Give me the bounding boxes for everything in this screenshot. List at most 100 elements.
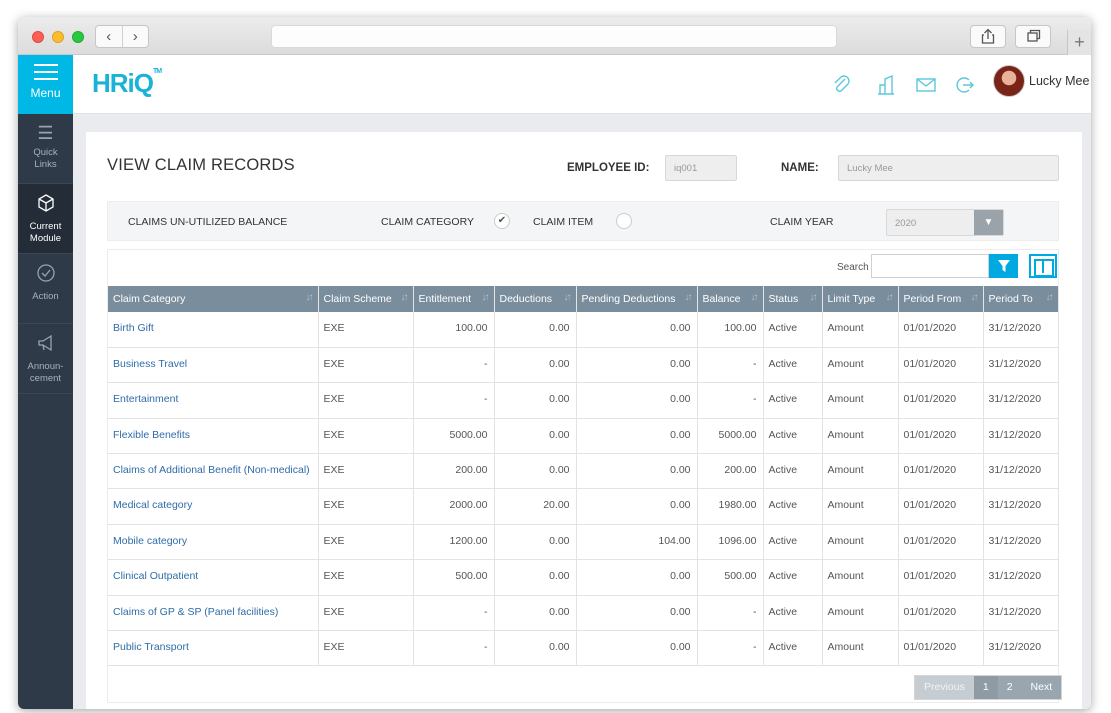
- column-header[interactable]: Claim Scheme ↓↑: [318, 286, 414, 312]
- claim-category-link[interactable]: Birth Gift: [108, 312, 319, 348]
- sort-icon[interactable]: ↓↑: [751, 292, 759, 303]
- column-header-label: Deductions: [499, 293, 553, 305]
- table-row[interactable]: Claims of GP & SP (Panel facilities) EXE -…: [108, 595, 1059, 632]
- column-toggle-icon[interactable]: [1029, 254, 1057, 278]
- user-name[interactable]: Lucky Mee: [1029, 74, 1089, 88]
- column-header[interactable]: Balance ↓↑: [697, 286, 764, 312]
- employee-id-field[interactable]: [665, 155, 737, 181]
- table-row[interactable]: Flexible Benefits EXE 5000.00 0.00 0.00 5000.…: [108, 418, 1059, 455]
- table-cell: 0.00: [494, 630, 577, 667]
- name-field[interactable]: [838, 155, 1059, 181]
- new-tab-icon[interactable]: +: [1067, 30, 1091, 55]
- maximize-window-button[interactable]: [72, 31, 84, 43]
- claim-item-label: CLAIM ITEM: [533, 216, 594, 228]
- table-cell: 0.00: [494, 559, 577, 596]
- table-row[interactable]: Claims of Additional Benefit (Non-medica…: [108, 453, 1059, 490]
- claim-year-select[interactable]: 2020 ▼: [886, 209, 1004, 236]
- column-header[interactable]: Entitlement ↓↑: [413, 286, 495, 312]
- column-header[interactable]: Period From ↓↑: [898, 286, 984, 312]
- column-header-label: Claim Scheme: [323, 293, 392, 305]
- table-row[interactable]: Mobile category EXE 1200.00 0.00 104.00 1096.…: [108, 524, 1059, 561]
- table-cell: 20.00: [494, 488, 577, 525]
- minimize-window-button[interactable]: [52, 31, 64, 43]
- sort-icon[interactable]: ↓↑: [685, 292, 693, 303]
- table-cell: 0.00: [494, 524, 577, 561]
- sidebar-item-quick-links[interactable]: ☰ Quick Links: [18, 114, 73, 184]
- table-row[interactable]: Business Travel EXE -0.00 0.00- Active Amount…: [108, 347, 1059, 384]
- claim-item-radio[interactable]: [616, 213, 632, 229]
- menu-button[interactable]: Menu: [18, 55, 73, 114]
- logout-icon[interactable]: [953, 74, 975, 102]
- claim-category-link[interactable]: Claims of Additional Benefit (Non-medica…: [108, 453, 319, 490]
- table-cell: 0.00: [576, 347, 698, 384]
- claim-category-link[interactable]: Claims of GP & SP (Panel facilities): [108, 595, 319, 632]
- table-cell: 0.00: [494, 418, 577, 455]
- table-cell: EXE: [318, 595, 414, 632]
- list-icon: ☰: [37, 123, 54, 143]
- column-header[interactable]: Limit Type ↓↑: [822, 286, 899, 312]
- mail-icon[interactable]: [915, 74, 937, 102]
- search-label: Search: [837, 262, 869, 273]
- previous-page-button[interactable]: Previous: [915, 676, 974, 699]
- claim-category-link[interactable]: Mobile category: [108, 524, 319, 561]
- table-cell: 100.00: [697, 312, 764, 348]
- table-cell: Active: [763, 524, 823, 561]
- claim-category-radio[interactable]: ✔: [494, 213, 510, 229]
- tabs-overview-icon[interactable]: [1015, 25, 1051, 48]
- table-cell: 200.00: [413, 453, 495, 490]
- address-bar[interactable]: [271, 25, 837, 48]
- table-cell: 104.00: [576, 524, 698, 561]
- avatar[interactable]: [993, 65, 1025, 97]
- table-cell: -: [413, 382, 495, 419]
- claim-category-link[interactable]: Medical category: [108, 488, 319, 525]
- paperclip-icon[interactable]: [831, 74, 853, 102]
- check-circle-icon: [18, 263, 73, 287]
- next-page-button[interactable]: Next: [1021, 676, 1062, 699]
- table-cell: 0.00: [494, 453, 577, 490]
- column-header[interactable]: Claim Category ↓↑: [108, 286, 319, 312]
- claim-category-link[interactable]: Entertainment: [108, 382, 319, 419]
- claim-category-link[interactable]: Business Travel: [108, 347, 319, 384]
- claim-year-label: CLAIM YEAR: [770, 216, 834, 228]
- sort-icon[interactable]: ↓↑: [401, 292, 409, 303]
- sort-icon[interactable]: ↓↑: [971, 292, 979, 303]
- sort-icon[interactable]: ↓↑: [306, 292, 314, 303]
- table-row[interactable]: Entertainment EXE -0.00 0.00- Active Amount 01…: [108, 382, 1059, 419]
- column-header[interactable]: Period To ↓↑: [983, 286, 1059, 312]
- sort-icon[interactable]: ↓↑: [564, 292, 572, 303]
- sort-icon[interactable]: ↓↑: [1046, 292, 1054, 303]
- claim-category-link[interactable]: Public Transport: [108, 630, 319, 667]
- forward-icon[interactable]: ›: [123, 26, 149, 47]
- close-window-button[interactable]: [32, 31, 44, 43]
- sidebar-item-current-module[interactable]: Current Module: [18, 184, 73, 254]
- table-cell: 0.00: [576, 418, 698, 455]
- page-1-button[interactable]: 1: [973, 676, 998, 699]
- hriq-logo[interactable]: HRiQTM: [92, 68, 162, 99]
- building-icon[interactable]: [875, 74, 897, 102]
- table-cell: Active: [763, 559, 823, 596]
- filter-icon[interactable]: [989, 254, 1018, 278]
- sidebar-item-action[interactable]: Action: [18, 254, 73, 324]
- table-cell: 0.00: [576, 630, 698, 667]
- claim-category-link[interactable]: Flexible Benefits: [108, 418, 319, 455]
- page-2-button[interactable]: 2: [997, 676, 1022, 699]
- column-header[interactable]: Pending Deductions ↓↑: [576, 286, 698, 312]
- column-header[interactable]: Deductions ↓↑: [494, 286, 577, 312]
- table-row[interactable]: Public Transport EXE -0.00 0.00- Active Amoun…: [108, 630, 1059, 667]
- sort-icon[interactable]: ↓↑: [482, 292, 490, 303]
- table-row[interactable]: Birth Gift EXE 100.00 0.00 0.00 100.00 Active A…: [108, 312, 1059, 348]
- sort-icon[interactable]: ↓↑: [886, 292, 894, 303]
- sidebar-item-announcement[interactable]: Announ- cement: [18, 324, 73, 394]
- claim-category-link[interactable]: Clinical Outpatient: [108, 559, 319, 596]
- column-header-label: Balance: [702, 293, 741, 305]
- table-cell: EXE: [318, 382, 414, 419]
- table-row[interactable]: Clinical Outpatient EXE 500.00 0.00 0.00 500.…: [108, 559, 1059, 596]
- search-input[interactable]: [871, 254, 989, 278]
- back-icon[interactable]: ‹: [96, 26, 123, 47]
- hamburger-icon: [33, 64, 58, 80]
- table-cell: Active: [763, 418, 823, 455]
- sort-icon[interactable]: ↓↑: [810, 292, 818, 303]
- column-header[interactable]: Status ↓↑: [763, 286, 823, 312]
- share-icon[interactable]: [970, 25, 1006, 48]
- table-row[interactable]: Medical category EXE 2000.00 20.00 0.00 1980.…: [108, 488, 1059, 525]
